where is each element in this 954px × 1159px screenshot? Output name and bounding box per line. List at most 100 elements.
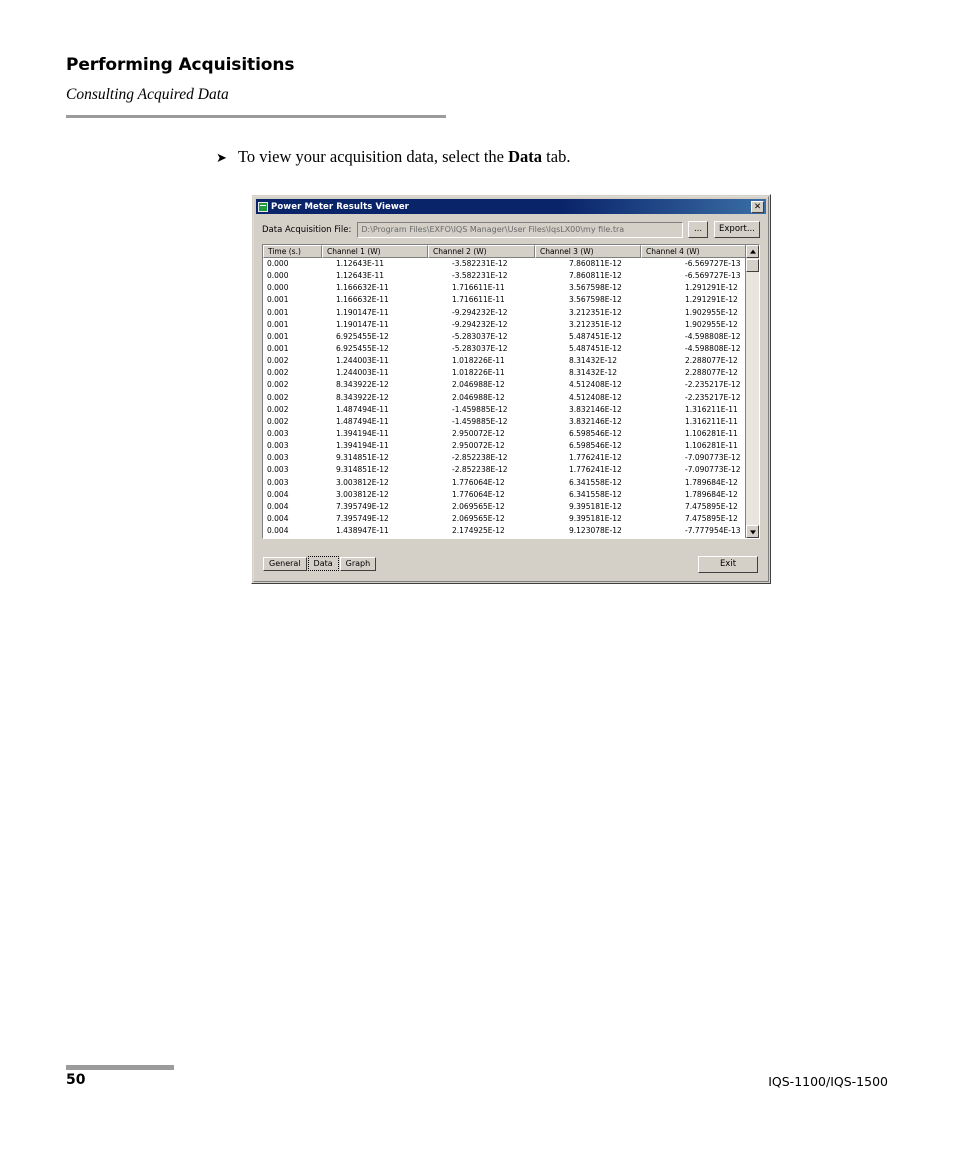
table-cell: 6.341558E-12	[569, 489, 622, 499]
table-row[interactable]: 0.000 1.12643E-11 -3.582231E-12 7.860811E-1…	[263, 258, 745, 270]
table-cell: 0.003	[267, 477, 289, 487]
table-row[interactable]: 0.002 1.487494E-11 -1.459885E-12 3.832146E-…	[263, 416, 745, 428]
table-cell: 6.925455E-12	[336, 331, 389, 341]
page-title: Performing Acquisitions	[66, 55, 295, 75]
column-header-4[interactable]: Channel 4 (W)	[641, 245, 751, 258]
dialog-titlebar[interactable]: Power Meter Results Viewer ✕	[256, 199, 766, 214]
table-row[interactable]: 0.003 1.394194E-11 2.950072E-12 6.598546E-1…	[263, 440, 745, 452]
footer-product-label: IQS-1100/IQS-1500	[768, 1074, 888, 1089]
table-row[interactable]: 0.001 6.925455E-12 -5.283037E-12 5.487451E-…	[263, 331, 745, 343]
table-cell: 1.166632E-11	[336, 283, 389, 293]
table-row[interactable]: 0.002 8.343922E-12 2.046988E-12 4.512408E-1…	[263, 379, 745, 391]
table-cell: 1.316211E-11	[685, 416, 738, 426]
table-cell: 0.002	[267, 416, 289, 426]
table-row[interactable]: 0.001 1.190147E-11 -9.294232E-12 3.212351E-…	[263, 307, 745, 319]
exit-button[interactable]: Exit	[698, 556, 758, 573]
file-path-input[interactable]: D:\Program Files\EXFO\IQS Manager\User F…	[357, 221, 683, 238]
scroll-down-button[interactable]	[746, 525, 759, 538]
table-cell: 0.004	[267, 513, 289, 523]
table-cell: 3.567598E-12	[569, 283, 622, 293]
table-row[interactable]: 0.003 9.314851E-12 -2.852238E-12 1.776241E-…	[263, 464, 745, 476]
page-header: Performing Acquisitions Consulting Acqui…	[66, 54, 446, 104]
app-icon	[258, 201, 268, 212]
table-cell: 1.716611E-11	[452, 295, 505, 305]
table-cell: 1.190147E-11	[336, 307, 389, 317]
table-cell: 1.244003E-11	[336, 356, 389, 366]
table-cell: 1.291291E-12	[685, 295, 738, 305]
table-row[interactable]: 0.001 1.190147E-11 -9.294232E-12 3.212351E-…	[263, 319, 745, 331]
table-row[interactable]: 0.003 3.003812E-12 1.776064E-12 6.341558E-1…	[263, 477, 745, 489]
table-cell: -5.283037E-12	[452, 331, 508, 341]
vertical-scrollbar[interactable]	[745, 245, 759, 538]
table-cell: 4.512408E-12	[569, 380, 622, 390]
page-subtitle: Consulting Acquired Data	[66, 86, 229, 103]
table-cell: 2.174925E-12	[452, 526, 505, 536]
table-cell: 3.003812E-12	[336, 489, 389, 499]
table-row[interactable]: 0.000 1.12643E-11 -3.582231E-12 7.860811E-1…	[263, 270, 745, 282]
table-cell: 0.001	[267, 307, 289, 317]
table-cell: 6.925455E-12	[336, 343, 389, 353]
table-row[interactable]: 0.002 1.487494E-11 -1.459885E-12 3.832146E-…	[263, 404, 745, 416]
table-row[interactable]: 0.0041.438947E-112.174925E-129.123078E-1…	[263, 537, 745, 538]
column-header-1[interactable]: Channel 1 (W)	[322, 245, 428, 258]
table-row[interactable]: 0.000 1.166632E-11 1.716611E-11 3.567598E-1…	[263, 282, 745, 294]
table-row[interactable]: 0.003 1.394194E-11 2.950072E-12 6.598546E-1…	[263, 428, 745, 440]
tab-graph[interactable]: Graph	[339, 557, 377, 571]
table-cell: -7.777954E-13	[675, 537, 745, 538]
table-row[interactable]: 0.0041.438947E-112.174925E-129.123078E-1…	[263, 525, 745, 537]
tab-data[interactable]: Data	[307, 556, 339, 571]
tab-general[interactable]: General	[263, 557, 307, 571]
table-row[interactable]: 0.002 1.244003E-11 1.018226E-11 8.31432E-12…	[263, 355, 745, 367]
footer-divider	[66, 1065, 174, 1070]
table-cell: -3.582231E-12	[452, 271, 508, 281]
table-cell: -1.459885E-12	[452, 416, 508, 426]
table-cell: 7.475895E-12	[685, 513, 738, 523]
table-row[interactable]: 0.004 7.395749E-12 2.069565E-12 9.395181E-1…	[263, 501, 745, 513]
browse-button[interactable]: ...	[688, 221, 708, 238]
table-cell: 1.776064E-12	[452, 489, 505, 499]
table-cell: 0.002	[267, 356, 289, 366]
table-cell: -9.294232E-12	[452, 307, 508, 317]
table-cell: 9.395181E-12	[569, 501, 622, 511]
column-header-3[interactable]: Channel 3 (W)	[535, 245, 641, 258]
table-cell: 3.212351E-12	[569, 319, 622, 329]
table-cell: 8.31432E-12	[569, 356, 618, 366]
table-cell: 2.046988E-12	[452, 392, 505, 402]
column-header-0[interactable]: Time (s.)	[263, 245, 322, 258]
table-row[interactable]: 0.004 3.003812E-12 1.776064E-12 6.341558E-1…	[263, 489, 745, 501]
table-cell: 8.343922E-12	[336, 380, 389, 390]
close-icon[interactable]: ✕	[751, 200, 764, 213]
tab-strip: General Data Graph	[263, 555, 377, 571]
table-cell: -6.569727E-13	[685, 271, 741, 281]
table-cell: -3.582231E-12	[452, 259, 508, 268]
table-cell: 1.902955E-12	[685, 319, 738, 329]
table-cell: 9.314851E-12	[336, 453, 389, 463]
table-cell: 8.31432E-12	[569, 368, 618, 378]
table-cell: 1.438947E-11	[326, 537, 442, 538]
table-row[interactable]: 0.004 7.395749E-12 2.069565E-12 9.395181E-1…	[263, 513, 745, 525]
table-cell: -7.090773E-12	[685, 453, 741, 463]
table-cell: 9.123078E-12	[559, 537, 675, 538]
table-cell: 0.002	[267, 380, 289, 390]
table-cell: 3.832146E-12	[569, 416, 622, 426]
column-header-2[interactable]: Channel 2 (W)	[428, 245, 535, 258]
table-row[interactable]: 0.003 9.314851E-12 -2.852238E-12 1.776241E-…	[263, 452, 745, 464]
table-cell: 5.487451E-12	[569, 343, 622, 353]
instruction-line: ➤ To view your acquisition data, select t…	[216, 147, 570, 167]
table-row[interactable]: 0.002 1.244003E-11 1.018226E-11 8.31432E-12…	[263, 367, 745, 379]
table-cell: 1.789684E-12	[685, 477, 738, 487]
table-cell: 9.123078E-12	[569, 526, 622, 536]
table-row[interactable]: 0.001 6.925455E-12 -5.283037E-12 5.487451E-…	[263, 343, 745, 355]
table-row[interactable]: 0.001 1.166632E-11 1.716611E-11 3.567598E-1…	[263, 294, 745, 306]
table-cell: 6.341558E-12	[569, 477, 622, 487]
scroll-up-button[interactable]	[746, 245, 759, 258]
table-cell: 1.438947E-11	[336, 526, 389, 536]
table-cell: 9.395181E-12	[569, 513, 622, 523]
scrollbar-thumb[interactable]	[746, 259, 759, 272]
chevron-down-icon	[749, 529, 756, 534]
export-button[interactable]: Export...	[714, 221, 760, 238]
data-grid-body[interactable]: 0.000 1.12643E-11 -3.582231E-12 7.860811E-1…	[263, 258, 745, 538]
table-row[interactable]: 0.002 8.343922E-12 2.046988E-12 4.512408E-1…	[263, 392, 745, 404]
table-cell: -2.852238E-12	[452, 453, 508, 463]
table-cell: -2.235217E-12	[685, 392, 741, 402]
